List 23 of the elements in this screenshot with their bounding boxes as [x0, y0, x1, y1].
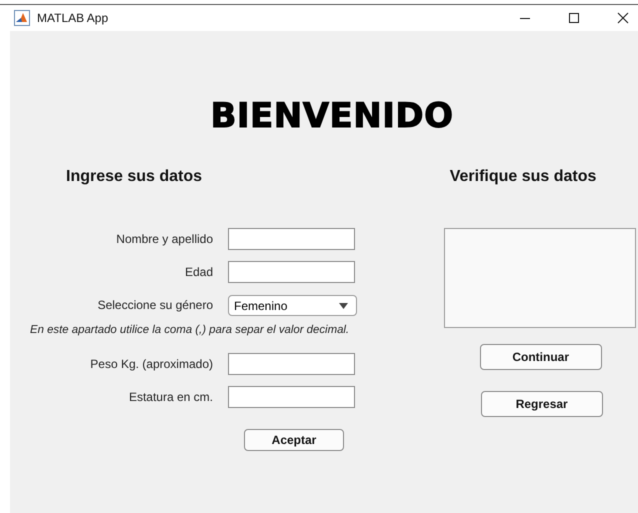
field-label: Estatura en cm.	[128, 390, 213, 404]
input-field[interactable]	[228, 261, 355, 283]
maximize-icon[interactable]	[568, 12, 580, 24]
summary-text-area[interactable]	[444, 228, 636, 328]
accept-button[interactable]: Aceptar	[244, 429, 344, 451]
field-label: Seleccione su género	[96, 298, 213, 312]
window-title: MATLAB App	[37, 11, 108, 25]
action-button[interactable]: Continuar	[480, 344, 602, 370]
welcome-heading: BIENVENIDO	[209, 96, 455, 136]
app-icon	[14, 10, 30, 26]
dropdown-arrow-icon	[339, 302, 348, 308]
field-label: Edad	[184, 265, 213, 279]
gender-dropdown[interactable]: Femenino	[228, 295, 357, 316]
action-button[interactable]: Regresar	[480, 391, 603, 417]
field-label: Peso Kg. (aproximado)	[89, 357, 213, 371]
field-label: Nombre y apellido	[115, 232, 213, 246]
input-field[interactable]	[228, 228, 355, 250]
input-field[interactable]	[228, 386, 355, 408]
close-icon[interactable]	[617, 12, 629, 24]
input-field[interactable]	[228, 353, 355, 375]
section-title: Ingrese sus datos	[66, 168, 204, 186]
section-title: Verifique sus datos	[450, 168, 598, 186]
hint-text: En este apartado utilice la coma (,) para separ el valor decimal.	[30, 324, 350, 336]
